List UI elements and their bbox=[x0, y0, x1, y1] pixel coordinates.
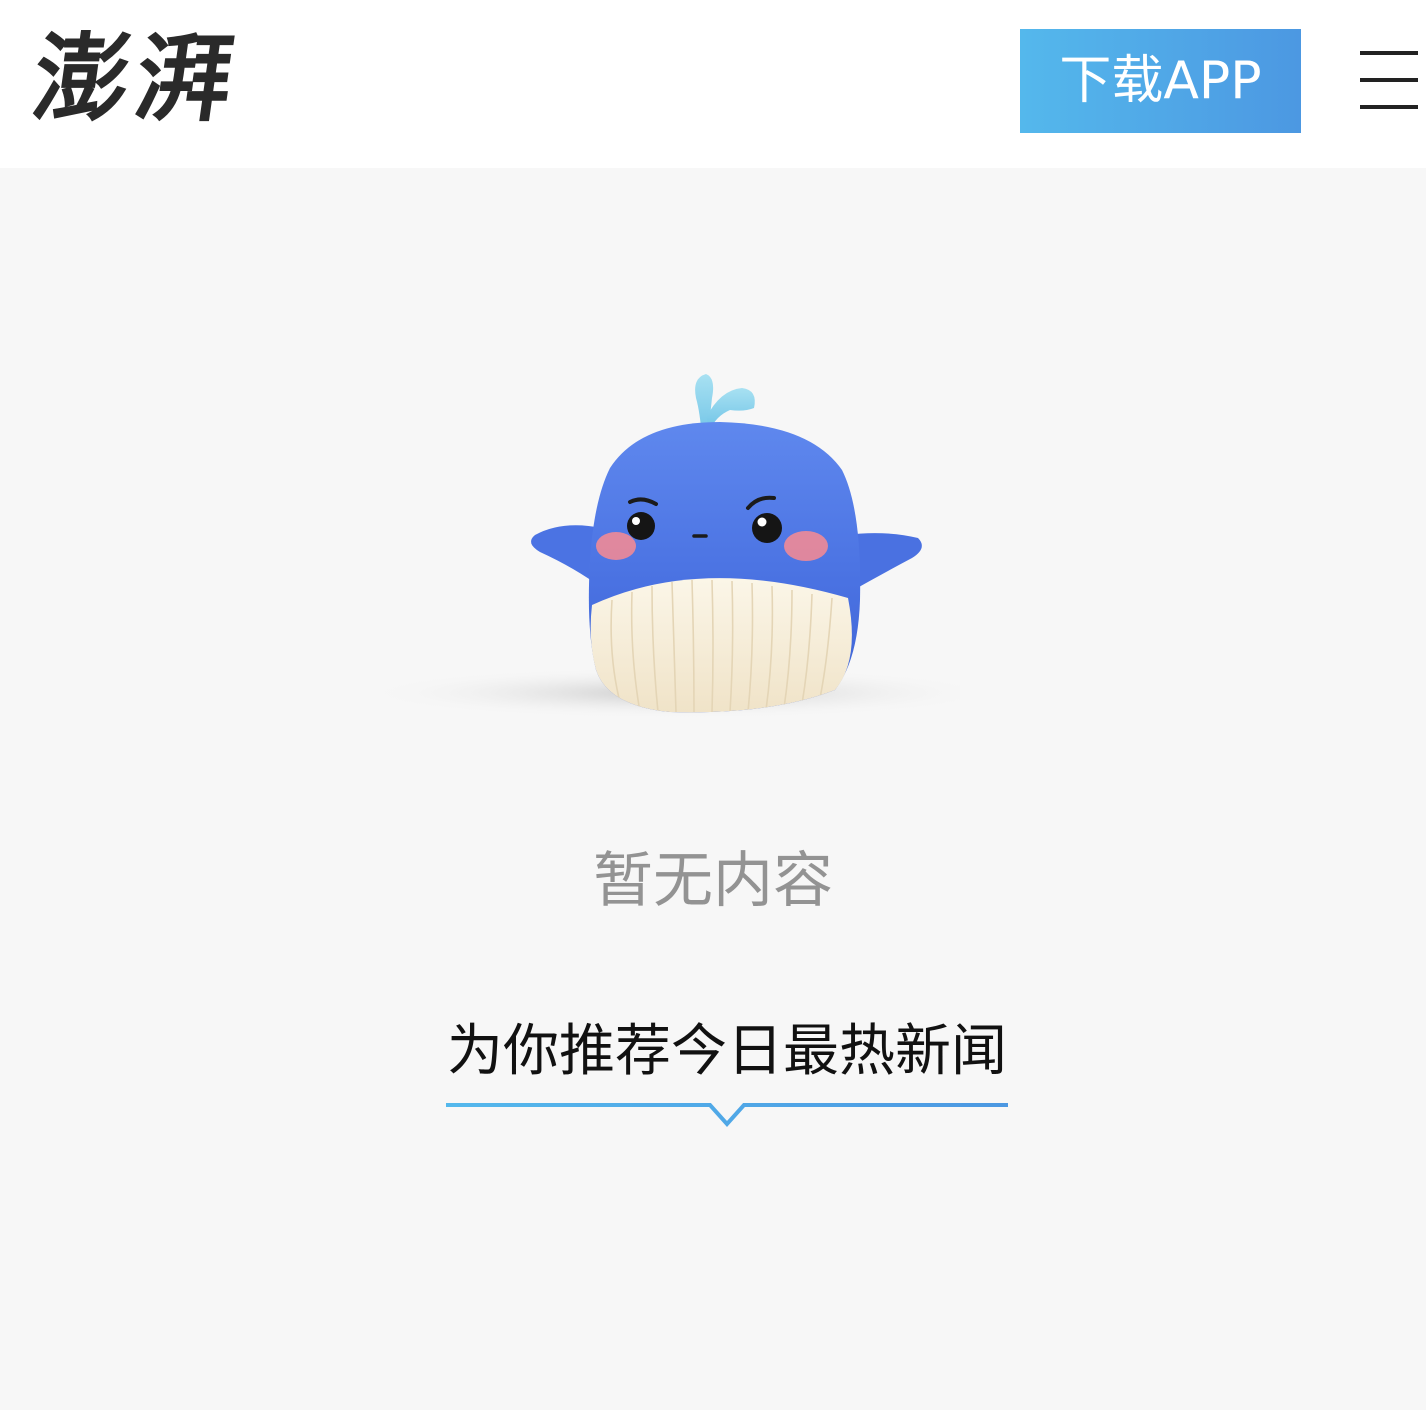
menu-line bbox=[1360, 51, 1418, 55]
chevron-down-icon bbox=[446, 1103, 1008, 1127]
recommend-hot-news-link[interactable]: 为你推荐今日最热新闻 bbox=[440, 1014, 1014, 1134]
recommend-title: 为你推荐今日最热新闻 bbox=[447, 1019, 1007, 1084]
menu-line bbox=[1360, 105, 1418, 109]
empty-state-message: 暂无内容 bbox=[593, 846, 833, 916]
logo[interactable]: 澎湃 bbox=[26, 22, 246, 135]
menu-line bbox=[1360, 78, 1418, 82]
download-app-button[interactable]: 下载APP bbox=[1020, 29, 1301, 133]
hamburger-menu-icon[interactable] bbox=[1360, 51, 1418, 109]
sad-whale-mascot bbox=[360, 374, 960, 719]
top-header: 澎湃 下载APP bbox=[0, 0, 1426, 168]
